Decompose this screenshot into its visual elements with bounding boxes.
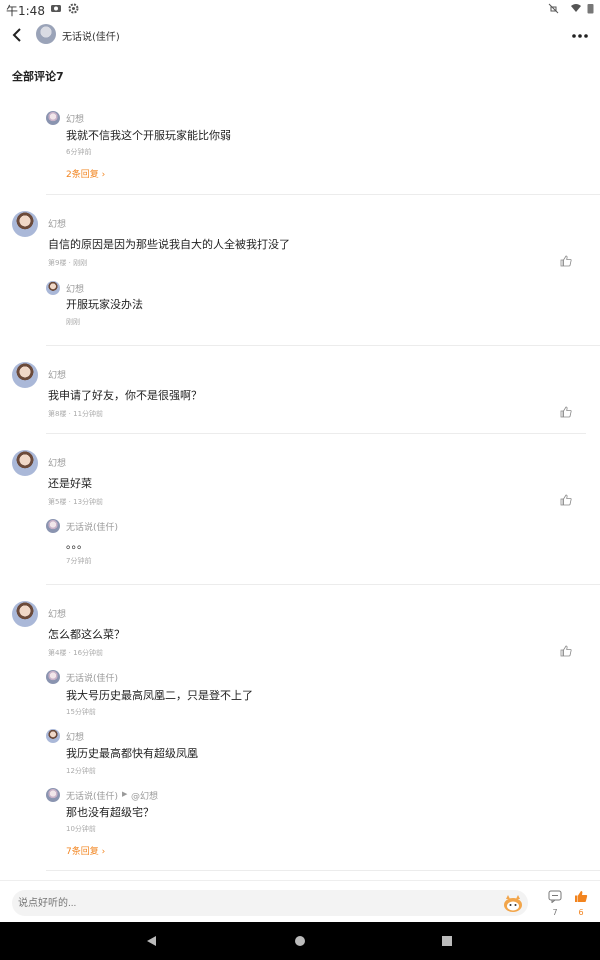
- comments-section-title: 全部评论7: [12, 70, 64, 83]
- reply-time: 12分钟前: [66, 767, 96, 775]
- comment-author[interactable]: 幻想: [48, 456, 66, 469]
- reply-mention[interactable]: @幻想: [131, 789, 158, 802]
- nav-home-icon[interactable]: [294, 935, 306, 947]
- mascot-icon[interactable]: [502, 893, 524, 913]
- reply-text: 我大号历史最高凤凰二，只是登不上了: [66, 689, 253, 702]
- avatar[interactable]: [46, 788, 60, 802]
- divider: [46, 433, 586, 434]
- reply-time: 15分钟前: [66, 708, 96, 716]
- reply-time: 10分钟前: [66, 825, 96, 833]
- reply-author[interactable]: 无话说(佳仟): [66, 520, 118, 533]
- divider: [46, 584, 600, 585]
- comment-input[interactable]: [12, 890, 528, 916]
- back-icon[interactable]: [8, 25, 28, 45]
- comment-author[interactable]: 幻想: [48, 368, 66, 381]
- like-icon[interactable]: [560, 494, 572, 506]
- reply-arrow-icon: ▶: [122, 790, 128, 798]
- reply-time: 6分钟前: [66, 148, 92, 156]
- reply-time: 刚刚: [66, 318, 80, 326]
- reply-text: 那也没有超级宅？: [66, 806, 154, 819]
- avatar[interactable]: [46, 519, 60, 533]
- comment-meta: 第4楼 · 16分钟前: [48, 649, 104, 657]
- comment-bar: 7 6: [0, 880, 600, 922]
- like-count-button[interactable]: 6: [571, 888, 591, 920]
- header-bar: 无话说(佳仟): [0, 18, 600, 54]
- comment-meta: 第5楼 · 13分钟前: [48, 498, 104, 506]
- avatar[interactable]: [12, 450, 38, 476]
- comment-meta: 第9楼 · 刚刚: [48, 259, 88, 267]
- comment-author[interactable]: 幻想: [48, 217, 66, 230]
- divider: [46, 870, 600, 871]
- more-icon[interactable]: [570, 26, 590, 46]
- comment-count-button[interactable]: 7: [545, 888, 565, 920]
- avatar[interactable]: [46, 281, 60, 295]
- comment-text: 还是好菜: [48, 477, 92, 490]
- settings-icon: [68, 3, 79, 14]
- nav-recents-icon[interactable]: [441, 935, 453, 947]
- header-title: 无话说(佳仟): [62, 32, 120, 43]
- avatar[interactable]: [12, 362, 38, 388]
- reply-author[interactable]: 幻想: [66, 112, 84, 125]
- reply-text: 我就不信我这个开服玩家能比你弱: [66, 129, 231, 142]
- avatar[interactable]: [46, 729, 60, 743]
- status-time: 午1:48: [6, 4, 45, 18]
- reply-author[interactable]: 幻想: [66, 282, 84, 295]
- wifi-icon: [571, 4, 581, 12]
- divider: [46, 194, 600, 195]
- avatar[interactable]: [12, 211, 38, 237]
- like-icon[interactable]: [560, 406, 572, 418]
- comment-text: 自信的原因是因为那些说我自大的人全被我打没了: [48, 238, 290, 251]
- like-icon[interactable]: [560, 255, 572, 267]
- battery-icon: [587, 4, 594, 14]
- like-count: 6: [578, 908, 584, 917]
- reply-time: 7分钟前: [66, 557, 92, 565]
- comment-icon: [548, 890, 562, 904]
- mute-icon: [548, 3, 559, 14]
- more-replies-link[interactable]: 7条回复 ›: [66, 844, 105, 857]
- reply-author[interactable]: 幻想: [66, 730, 84, 743]
- author-avatar[interactable]: [36, 24, 56, 44]
- reply-author[interactable]: 无话说(佳仟): [66, 671, 118, 684]
- more-replies-link[interactable]: 2条回复 ›: [66, 167, 105, 180]
- status-bar: 午1:48: [0, 0, 600, 18]
- comment-text: 怎么都这么菜？: [48, 628, 125, 641]
- comment-meta: 第8楼 · 11分钟前: [48, 410, 104, 418]
- system-nav-bar: [0, 922, 600, 960]
- nav-back-icon[interactable]: [145, 935, 157, 947]
- comment-text: 我申请了好友，你不是很强啊？: [48, 389, 202, 402]
- comment-count: 7: [552, 908, 558, 917]
- comment-author[interactable]: 幻想: [48, 607, 66, 620]
- reply-text: 。。。: [66, 538, 88, 551]
- thumbs-up-icon: [575, 891, 588, 902]
- camera-icon: [51, 5, 61, 12]
- reply-text: 开服玩家没办法: [66, 298, 143, 311]
- avatar[interactable]: [46, 670, 60, 684]
- divider: [46, 345, 600, 346]
- avatar[interactable]: [46, 111, 60, 125]
- reply-author[interactable]: 无话说(佳仟): [66, 789, 118, 802]
- reply-text: 我历史最高都快有超级凤凰: [66, 747, 198, 760]
- avatar[interactable]: [12, 601, 38, 627]
- like-icon[interactable]: [560, 645, 572, 657]
